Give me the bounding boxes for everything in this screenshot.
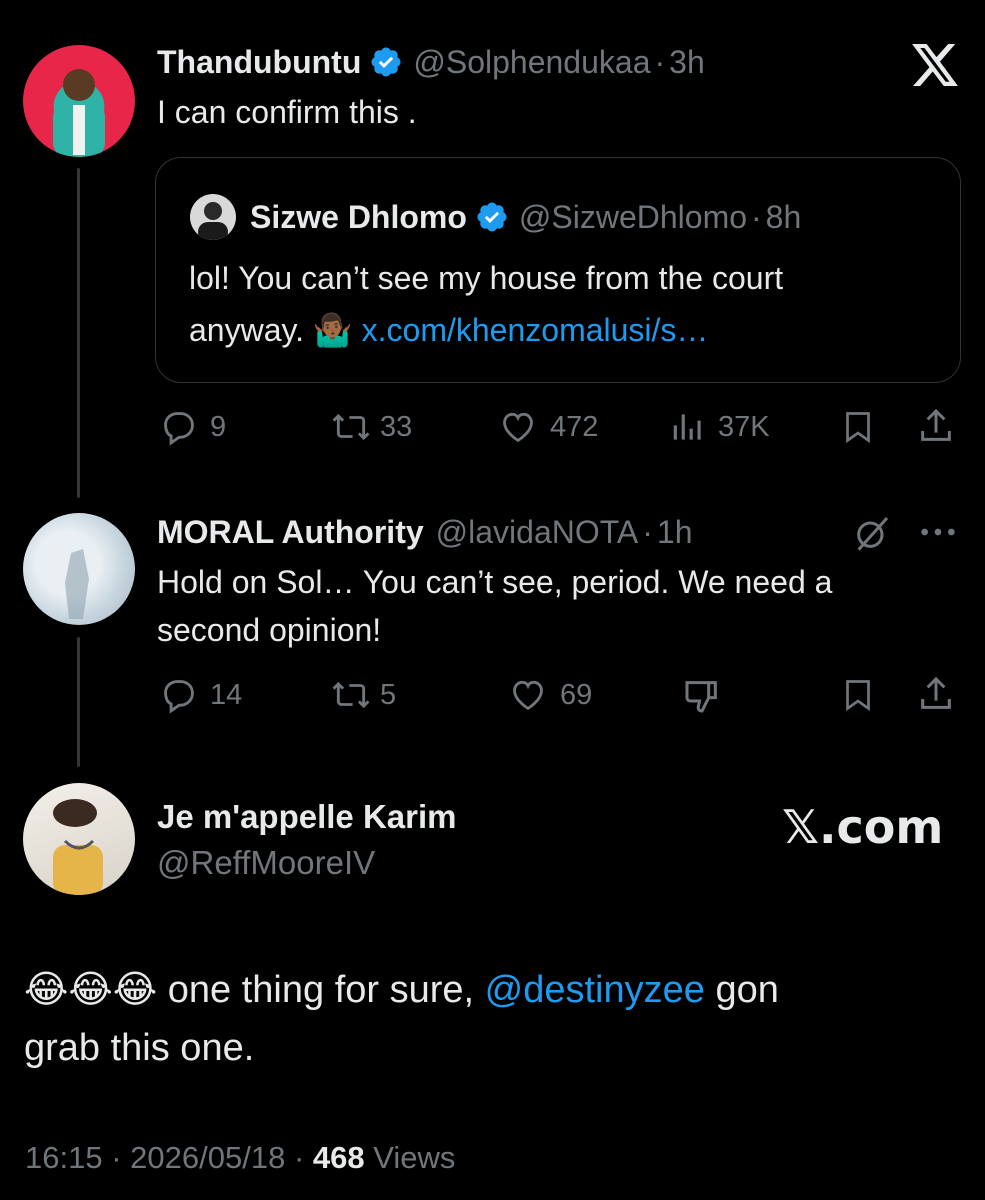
share-button[interactable] [916, 674, 956, 714]
like-count: 472 [550, 410, 599, 443]
avatar-sizwe-dhlomo[interactable] [190, 194, 236, 240]
tweet-date[interactable]: 2026/05/18 [130, 1140, 285, 1175]
retweet-icon [332, 413, 370, 441]
views-label: Views [373, 1140, 456, 1175]
downvote-button[interactable] [682, 676, 722, 716]
grok-icon[interactable] [852, 513, 892, 558]
bookmark-button[interactable] [840, 408, 876, 446]
brand-label: 𝕏.com [782, 800, 944, 854]
main-tweet-line-1: 😂😂😂 one thing for sure, @destinyzee gon [24, 962, 779, 1018]
share-icon [921, 408, 951, 441]
more-options-icon[interactable] [918, 520, 958, 549]
reply-button[interactable]: 9 [160, 408, 226, 446]
separator-dot: · [654, 43, 666, 80]
tweet-text-line-2: second opinion! [157, 612, 382, 648]
quoted-tweet-text: anyway. 🤷🏾‍♂️ [189, 312, 362, 348]
views-count: 37K [718, 410, 770, 443]
author-handle[interactable]: @lavidaNOTA [436, 514, 639, 551]
avatar-thandubuntu[interactable] [23, 45, 135, 157]
quoted-author-name[interactable]: Sizwe Dhlomo [250, 199, 467, 236]
share-icon [921, 676, 951, 709]
reply-count: 9 [210, 410, 227, 443]
x-logo-icon [912, 44, 958, 91]
tweet-text-line-1: Hold on Sol… You can’t see, period. We n… [157, 564, 833, 600]
retweet-button[interactable]: 33 [330, 408, 412, 446]
bookmark-icon [846, 680, 870, 712]
tweet-meta: 16:15 · 2026/05/18 · 468 Views [25, 1140, 455, 1176]
author-handle[interactable]: @ReffMooreIV [157, 844, 375, 882]
reply-count: 14 [210, 678, 243, 711]
reply-icon [164, 412, 194, 446]
like-button[interactable]: 472 [498, 408, 598, 446]
reply-icon [164, 680, 194, 714]
quoted-tweet-time[interactable]: 8h [766, 199, 802, 236]
retweet-icon [332, 681, 370, 709]
separator-dot: · [642, 513, 653, 550]
thumbs-down-icon [685, 681, 717, 713]
quoted-tweet-line-2: anyway. 🤷🏾‍♂️ x.com/khenzomalusi/s… [189, 306, 708, 354]
retweet-count: 33 [380, 410, 413, 443]
share-button[interactable] [916, 406, 956, 446]
main-tweet-text-end: gon [704, 969, 779, 1011]
main-tweet-text: one thing for sure, [157, 969, 485, 1011]
author-name[interactable]: MORAL Authority [157, 514, 424, 551]
author-name[interactable]: Thandubuntu [157, 44, 361, 81]
separator-dot: · [111, 1140, 122, 1175]
reply-button[interactable]: 14 [160, 676, 242, 714]
mention-link[interactable]: @destinyzee [485, 969, 705, 1011]
avatar-moral-authority[interactable] [23, 513, 135, 625]
thread-line [77, 168, 80, 498]
retweet-button[interactable]: 5 [330, 676, 396, 714]
separator-dot: · [293, 1140, 305, 1175]
emoji-laughing: 😂😂😂 [24, 969, 158, 1011]
separator-dot: · [751, 198, 762, 235]
heart-icon [513, 680, 543, 711]
tweet-timestamp[interactable]: 16:15 [25, 1140, 103, 1175]
author-name[interactable]: Je m'appelle Karim [157, 798, 456, 836]
heart-icon [503, 412, 533, 443]
bookmark-button[interactable] [840, 676, 876, 714]
quoted-tweet-line-1: lol! You can’t see my house from the cou… [189, 260, 784, 296]
views-count: 468 [312, 1140, 365, 1175]
tweet-time[interactable]: 1h [657, 514, 693, 551]
views-button[interactable]: 37K [668, 408, 770, 446]
verified-badge-icon [371, 47, 401, 77]
views-chart-icon [673, 414, 701, 440]
retweet-count: 5 [380, 678, 397, 711]
tweet-time[interactable]: 3h [669, 44, 705, 81]
verified-badge-icon [477, 202, 507, 232]
tweet-text: I can confirm this . [157, 94, 417, 130]
author-handle[interactable]: @Solphendukaa [413, 44, 650, 81]
main-tweet-line-2: grab this one. [24, 1027, 255, 1069]
quoted-author-handle[interactable]: @SizweDhlomo [519, 199, 747, 236]
like-count: 69 [560, 678, 593, 711]
quoted-tweet-link[interactable]: x.com/khenzomalusi/s… [362, 312, 709, 348]
bookmark-icon [846, 412, 870, 444]
like-button[interactable]: 69 [508, 676, 592, 714]
avatar-karim[interactable] [23, 783, 135, 895]
thread-line [77, 637, 80, 767]
